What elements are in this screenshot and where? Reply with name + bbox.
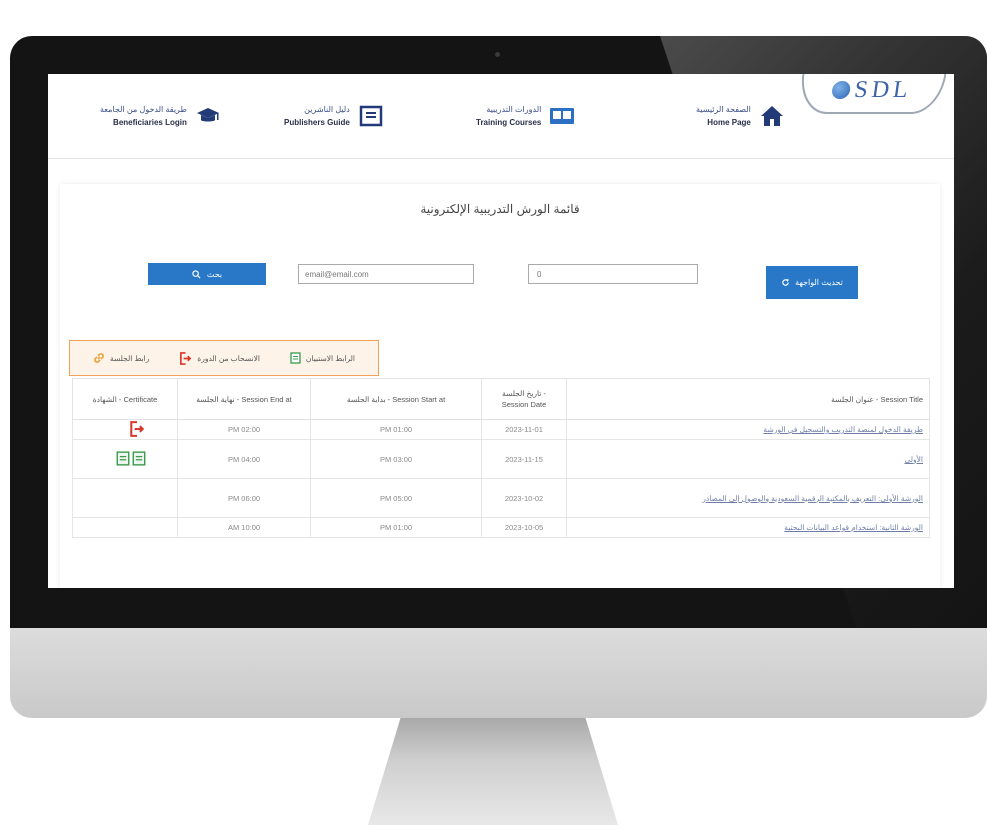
refresh-button[interactable]: تحديث الواجهة (766, 266, 858, 299)
row-date: 2023-11-15 (481, 439, 567, 479)
row-date: 2023-10-05 (481, 517, 567, 538)
legend-join-session: رابط الجلسة (93, 352, 149, 364)
document-icon (358, 104, 384, 128)
table-row: PM 06:00 PM 05:00 2023-10-02 الورشة الأو… (72, 478, 930, 518)
globe-icon (831, 81, 852, 99)
sdl-logo: SDL (796, 74, 948, 114)
nav-label-ar: طريقة الدخول من الجامعة (100, 105, 187, 114)
row-date: 2023-10-02 (481, 478, 567, 518)
nav-label-ar: دليل الناشرين (304, 105, 350, 114)
row-actions (72, 478, 178, 518)
monitor-stand (368, 718, 618, 825)
search-button[interactable]: بحث (148, 263, 266, 285)
sessions-table: الشهادة - Certificate نهاية الجلسة - Ses… (72, 378, 930, 538)
row-end: AM 10:00 (177, 517, 311, 538)
row-start: PM 01:00 (310, 517, 482, 538)
col-start: بداية الجلسة - Session Start at (310, 378, 482, 420)
nav-label-en: Home Page (707, 118, 751, 127)
row-actions (72, 517, 178, 538)
legend-withdraw: الانسحاب من الدورة (179, 351, 260, 365)
logo-text: SDL (852, 76, 914, 103)
row-title-link[interactable]: طريقة الدخول لمنصة التدريب والتسجيل في ا… (566, 419, 930, 440)
link-icon (94, 353, 104, 363)
id-field[interactable]: 0 (528, 264, 698, 284)
nav-label-en: Publishers Guide (284, 118, 350, 127)
icon-legend: رابط الجلسة الانسحاب من الدورة الرابط ال… (69, 340, 379, 376)
certificate-icon[interactable] (116, 450, 130, 467)
col-certificate: الشهادة - Certificate (72, 378, 178, 420)
legend-join-label: رابط الجلسة (109, 353, 150, 363)
nav-label-en: Training Courses (476, 118, 542, 127)
row-start: PM 05:00 (310, 478, 482, 518)
nav-label-ar: الدورات التدريبية (486, 105, 542, 114)
monitor-screen: طريقة الدخول من الجامعة Beneficiaries Lo… (48, 74, 954, 588)
main-panel: قائمة الورش التدريبية الإلكترونية بحث em… (60, 184, 940, 588)
certificate-icon (290, 352, 301, 364)
withdraw-icon[interactable] (129, 420, 145, 437)
row-start: PM 01:00 (310, 419, 482, 440)
exit-icon (180, 351, 192, 365)
graduation-cap-icon (195, 104, 221, 128)
search-icon (192, 269, 201, 279)
refresh-icon (782, 278, 790, 286)
legend-withdraw-label: الانسحاب من الدورة (197, 353, 260, 363)
row-actions (72, 419, 178, 440)
row-start: PM 03:00 (310, 439, 482, 479)
site-header: طريقة الدخول من الجامعة Beneficiaries Lo… (48, 74, 954, 159)
col-title: عنوان الجلسة - Session Title (566, 378, 930, 420)
webcam-dot (495, 52, 500, 57)
row-actions (72, 439, 178, 479)
row-end: PM 06:00 (177, 478, 311, 518)
row-date: 2023-11-01 (481, 419, 567, 440)
legend-certificate: الرابط الاستبيان (290, 352, 355, 364)
col-date: تاريخ الجلسة - Session Date (481, 378, 567, 420)
nav-home-page[interactable]: الصفحة الرئيسية Home Page (696, 94, 785, 138)
row-end: PM 04:00 (177, 439, 311, 479)
row-title-link[interactable]: الورشة الأولى: التعريف بالمكتبة الرقمية … (566, 478, 930, 518)
search-button-label: بحث (206, 269, 223, 279)
col-end: نهاية الجلسة - Session End at (177, 378, 311, 420)
legend-certificate-label: الرابط الاستبيان (305, 353, 356, 363)
row-title-link[interactable]: الأولى (566, 439, 930, 479)
nav-publishers-guide[interactable]: دليل الناشرين Publishers Guide (284, 94, 384, 138)
monitor-chin (10, 628, 987, 718)
refresh-button-label: تحديث الواجهة (795, 278, 843, 287)
row-title-link[interactable]: الورشة الثانية: استخدام قواعد البيانات ا… (566, 517, 930, 538)
home-icon (759, 104, 785, 128)
certificate-icon[interactable] (132, 450, 146, 467)
table-row: PM 02:00 PM 01:00 2023-11-01 طريقة الدخو… (72, 419, 930, 440)
table-header-row: الشهادة - Certificate نهاية الجلسة - Ses… (72, 378, 930, 420)
nav-label-ar: الصفحة الرئيسية (696, 105, 751, 114)
page-title: قائمة الورش التدريبية الإلكترونية (420, 202, 580, 216)
table-row: AM 10:00 PM 01:00 2023-10-05 الورشة الثا… (72, 517, 930, 538)
row-end: PM 02:00 (177, 419, 311, 440)
presentation-icon (549, 104, 575, 128)
nav-training-courses[interactable]: الدورات التدريبية Training Courses (476, 94, 575, 138)
table-row: PM 04:00 PM 03:00 2023-11-15 الأولى (72, 439, 930, 479)
nav-beneficiaries-login[interactable]: طريقة الدخول من الجامعة Beneficiaries Lo… (100, 94, 221, 138)
email-field[interactable]: email@email.com (298, 264, 474, 284)
nav-label-en: Beneficiaries Login (113, 118, 187, 127)
